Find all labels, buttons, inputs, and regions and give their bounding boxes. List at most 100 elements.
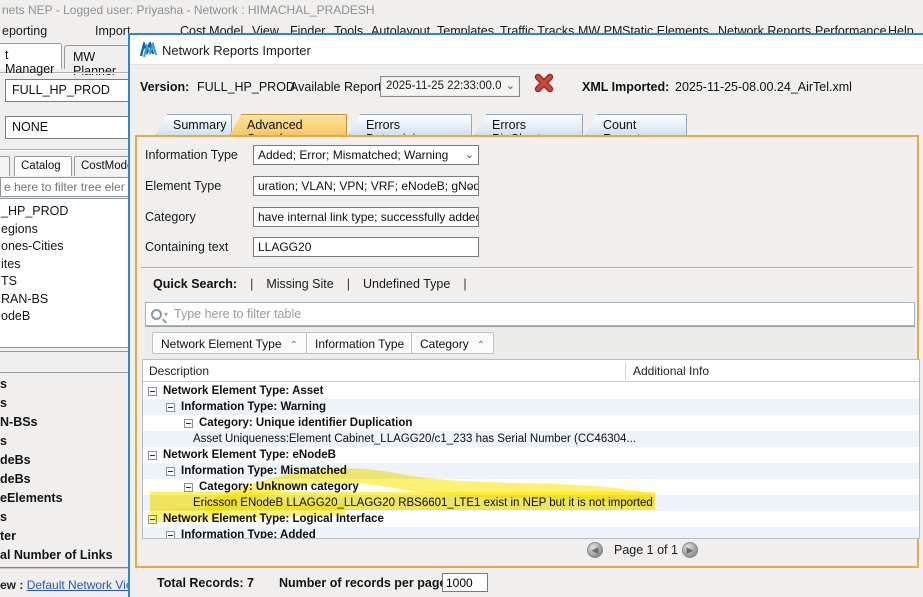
tab-count-report[interactable]: Count Report	[586, 114, 687, 135]
chevron-down-icon: ⌄	[465, 210, 474, 223]
tree-item-bts[interactable]: TS	[0, 273, 128, 291]
subtab-stub[interactable]	[0, 156, 10, 176]
column-chooser-strip: Network Element Type⌃ Information Type⌃ …	[145, 326, 915, 359]
row-text: Category: Unique identifier Duplication	[199, 417, 412, 429]
xml-imported-label: XML Imported:	[582, 80, 669, 94]
total-records-label: Total Records: 7	[157, 576, 254, 590]
column-header-additional-info[interactable]: Additional Info	[633, 364, 709, 378]
dialog-title-bar[interactable]: Network Reports Importer	[130, 35, 923, 65]
chevron-up-icon: ⌃	[290, 340, 298, 351]
available-reports-label: Available Reports	[290, 80, 388, 94]
menu-item-import[interactable]: Import	[95, 24, 130, 38]
row-text: Network Element Type: eNodeB	[163, 449, 336, 461]
search-icon	[151, 309, 162, 320]
table-row[interactable]: Information Type: Added	[143, 527, 919, 539]
collapse-icon[interactable]	[166, 531, 175, 539]
table-row-highlighted[interactable]: Ericsson ENodeB LLAGG20_LLAGG20 RBS6601_…	[143, 495, 919, 511]
stat-row: deBs	[0, 453, 31, 467]
stat-row: s	[0, 377, 7, 391]
splitter-bar[interactable]	[0, 351, 129, 373]
xml-imported-value: 2025-11-25-08.00.24_AirTel.xml	[675, 80, 852, 94]
category-label: Category	[145, 210, 196, 224]
records-per-page-label: Number of records per page	[279, 576, 446, 590]
column-divider[interactable]	[625, 362, 626, 380]
next-page-icon[interactable]: ▶	[682, 542, 698, 558]
information-type-select[interactable]: Added; Error; Mismatched; Warning ⌄	[253, 145, 479, 165]
delete-report-icon[interactable]	[534, 73, 554, 93]
tab-advanced-search[interactable]: Advanced Search	[230, 114, 347, 135]
search-options-chevron-icon[interactable]: ▾	[164, 310, 168, 319]
tree-item-ran-bs[interactable]: RAN-BS	[0, 291, 128, 309]
table-row[interactable]: Category: Unknown category	[143, 479, 919, 495]
stat-row: al Number of Links	[0, 548, 113, 562]
quick-search-undefined-type[interactable]: Undefined Type	[363, 277, 450, 291]
tree-item-regions[interactable]: egions	[0, 221, 128, 239]
collapse-icon[interactable]	[166, 403, 175, 412]
tree-item-root[interactable]: _HP_PROD	[0, 203, 128, 221]
subtab-catalog[interactable]: Catalog	[14, 156, 72, 176]
separator: |	[347, 277, 350, 291]
table-row[interactable]: Network Element Type: Asset	[143, 383, 919, 399]
tree-filter-input[interactable]	[0, 177, 129, 197]
stat-row: s	[0, 510, 7, 524]
tree-item-nodeb[interactable]: odeB	[0, 308, 128, 326]
tab-summary[interactable]: Summary	[156, 114, 232, 135]
containing-text-label: Containing text	[145, 240, 228, 254]
stat-row: s	[0, 434, 7, 448]
containing-text-input[interactable]	[253, 237, 479, 257]
column-button-label: Network Element Type	[161, 337, 282, 351]
prev-page-icon[interactable]: ◀	[587, 542, 603, 558]
element-type-select[interactable]: uration; VLAN; VPN; VRF; eNodeB; gNodeB …	[253, 176, 479, 196]
footer-label: ew :	[0, 578, 23, 592]
information-type-label: Information Type	[145, 148, 238, 162]
stat-row: eElements	[0, 491, 63, 505]
app-logo-icon	[139, 42, 158, 58]
column-button-network-element-type[interactable]: Network Element Type ⌃	[152, 332, 307, 354]
dialog-tab-bar: Summary Advanced Search Errors Dataminin…	[130, 114, 923, 135]
menu-item-reporting[interactable]: eporting	[2, 24, 47, 38]
dialog-title: Network Reports Importer	[162, 43, 311, 58]
quick-search-missing-site[interactable]: Missing Site	[266, 277, 333, 291]
column-button-label: Category	[420, 337, 469, 351]
collapse-icon[interactable]	[184, 483, 193, 492]
collapse-icon[interactable]	[184, 419, 193, 428]
subtab-costmodel[interactable]: CostModel	[74, 156, 136, 176]
category-select[interactable]: have internal link type; successfully ad…	[253, 207, 479, 227]
default-network-view-link[interactable]: Default Network View	[27, 578, 142, 592]
records-per-page-input[interactable]	[442, 573, 488, 592]
collapse-icon[interactable]	[148, 451, 157, 460]
tab-manager[interactable]: t Manager	[0, 43, 62, 69]
table-row[interactable]: Network Element Type: Logical Interface	[143, 511, 919, 527]
column-button-category[interactable]: Category ⌃	[411, 332, 494, 354]
collapse-icon[interactable]	[166, 467, 175, 476]
overlay-combo-value: NONE	[12, 120, 48, 134]
app-title-bar: nets NEP - Logged user: Priyasha - Netwo…	[2, 3, 375, 17]
information-type-value: Added; Error; Mismatched; Warning	[258, 148, 448, 162]
column-header-description[interactable]: Description	[149, 364, 209, 378]
tab-errors-piechart[interactable]: Errors PieChart	[475, 114, 583, 135]
row-text: Network Element Type: Asset	[163, 385, 323, 397]
table-row[interactable]: Asset Uniqueness:Element Cabinet_LLAGG20…	[143, 431, 919, 447]
chevron-up-icon: ⌃	[477, 340, 485, 351]
row-text: Ericsson ENodeB LLAGG20_LLAGG20 RBS6601_…	[193, 497, 653, 509]
toolbar-separator-2	[0, 149, 129, 151]
table-row[interactable]: Information Type: Warning	[143, 399, 919, 415]
chevron-down-icon: ⌄	[465, 179, 474, 192]
collapse-icon[interactable]	[148, 515, 157, 524]
table-row[interactable]: Category: Unique identifier Duplication	[143, 415, 919, 431]
table-row[interactable]: Network Element Type: eNodeB	[143, 447, 919, 463]
table-header: Description Additional Info	[143, 360, 919, 382]
tree-item-sites[interactable]: ites	[0, 256, 128, 274]
collapse-icon[interactable]	[148, 387, 157, 396]
table-row[interactable]: Information Type: Mismatched	[143, 463, 919, 479]
table-filter-input[interactable]: ▾ Type here to filter table	[145, 302, 915, 326]
stat-row: N-BSs	[0, 415, 38, 429]
network-version-value: FULL_HP_PROD	[12, 83, 110, 97]
row-text: Asset Uniqueness:Element Cabinet_LLAGG20…	[193, 433, 636, 445]
chevron-down-icon: ⌄	[506, 79, 515, 92]
element-tree: _HP_PROD egions ones-Cities ites TS RAN-…	[0, 198, 129, 348]
tree-item-zones-cities[interactable]: ones-Cities	[0, 238, 128, 256]
results-table: Description Additional Info Network Elem…	[142, 359, 920, 539]
available-reports-select[interactable]: 2025-11-25 22:33:00.0 ⌄	[380, 76, 520, 97]
tab-errors-datamining[interactable]: Errors Datamining	[349, 114, 472, 135]
